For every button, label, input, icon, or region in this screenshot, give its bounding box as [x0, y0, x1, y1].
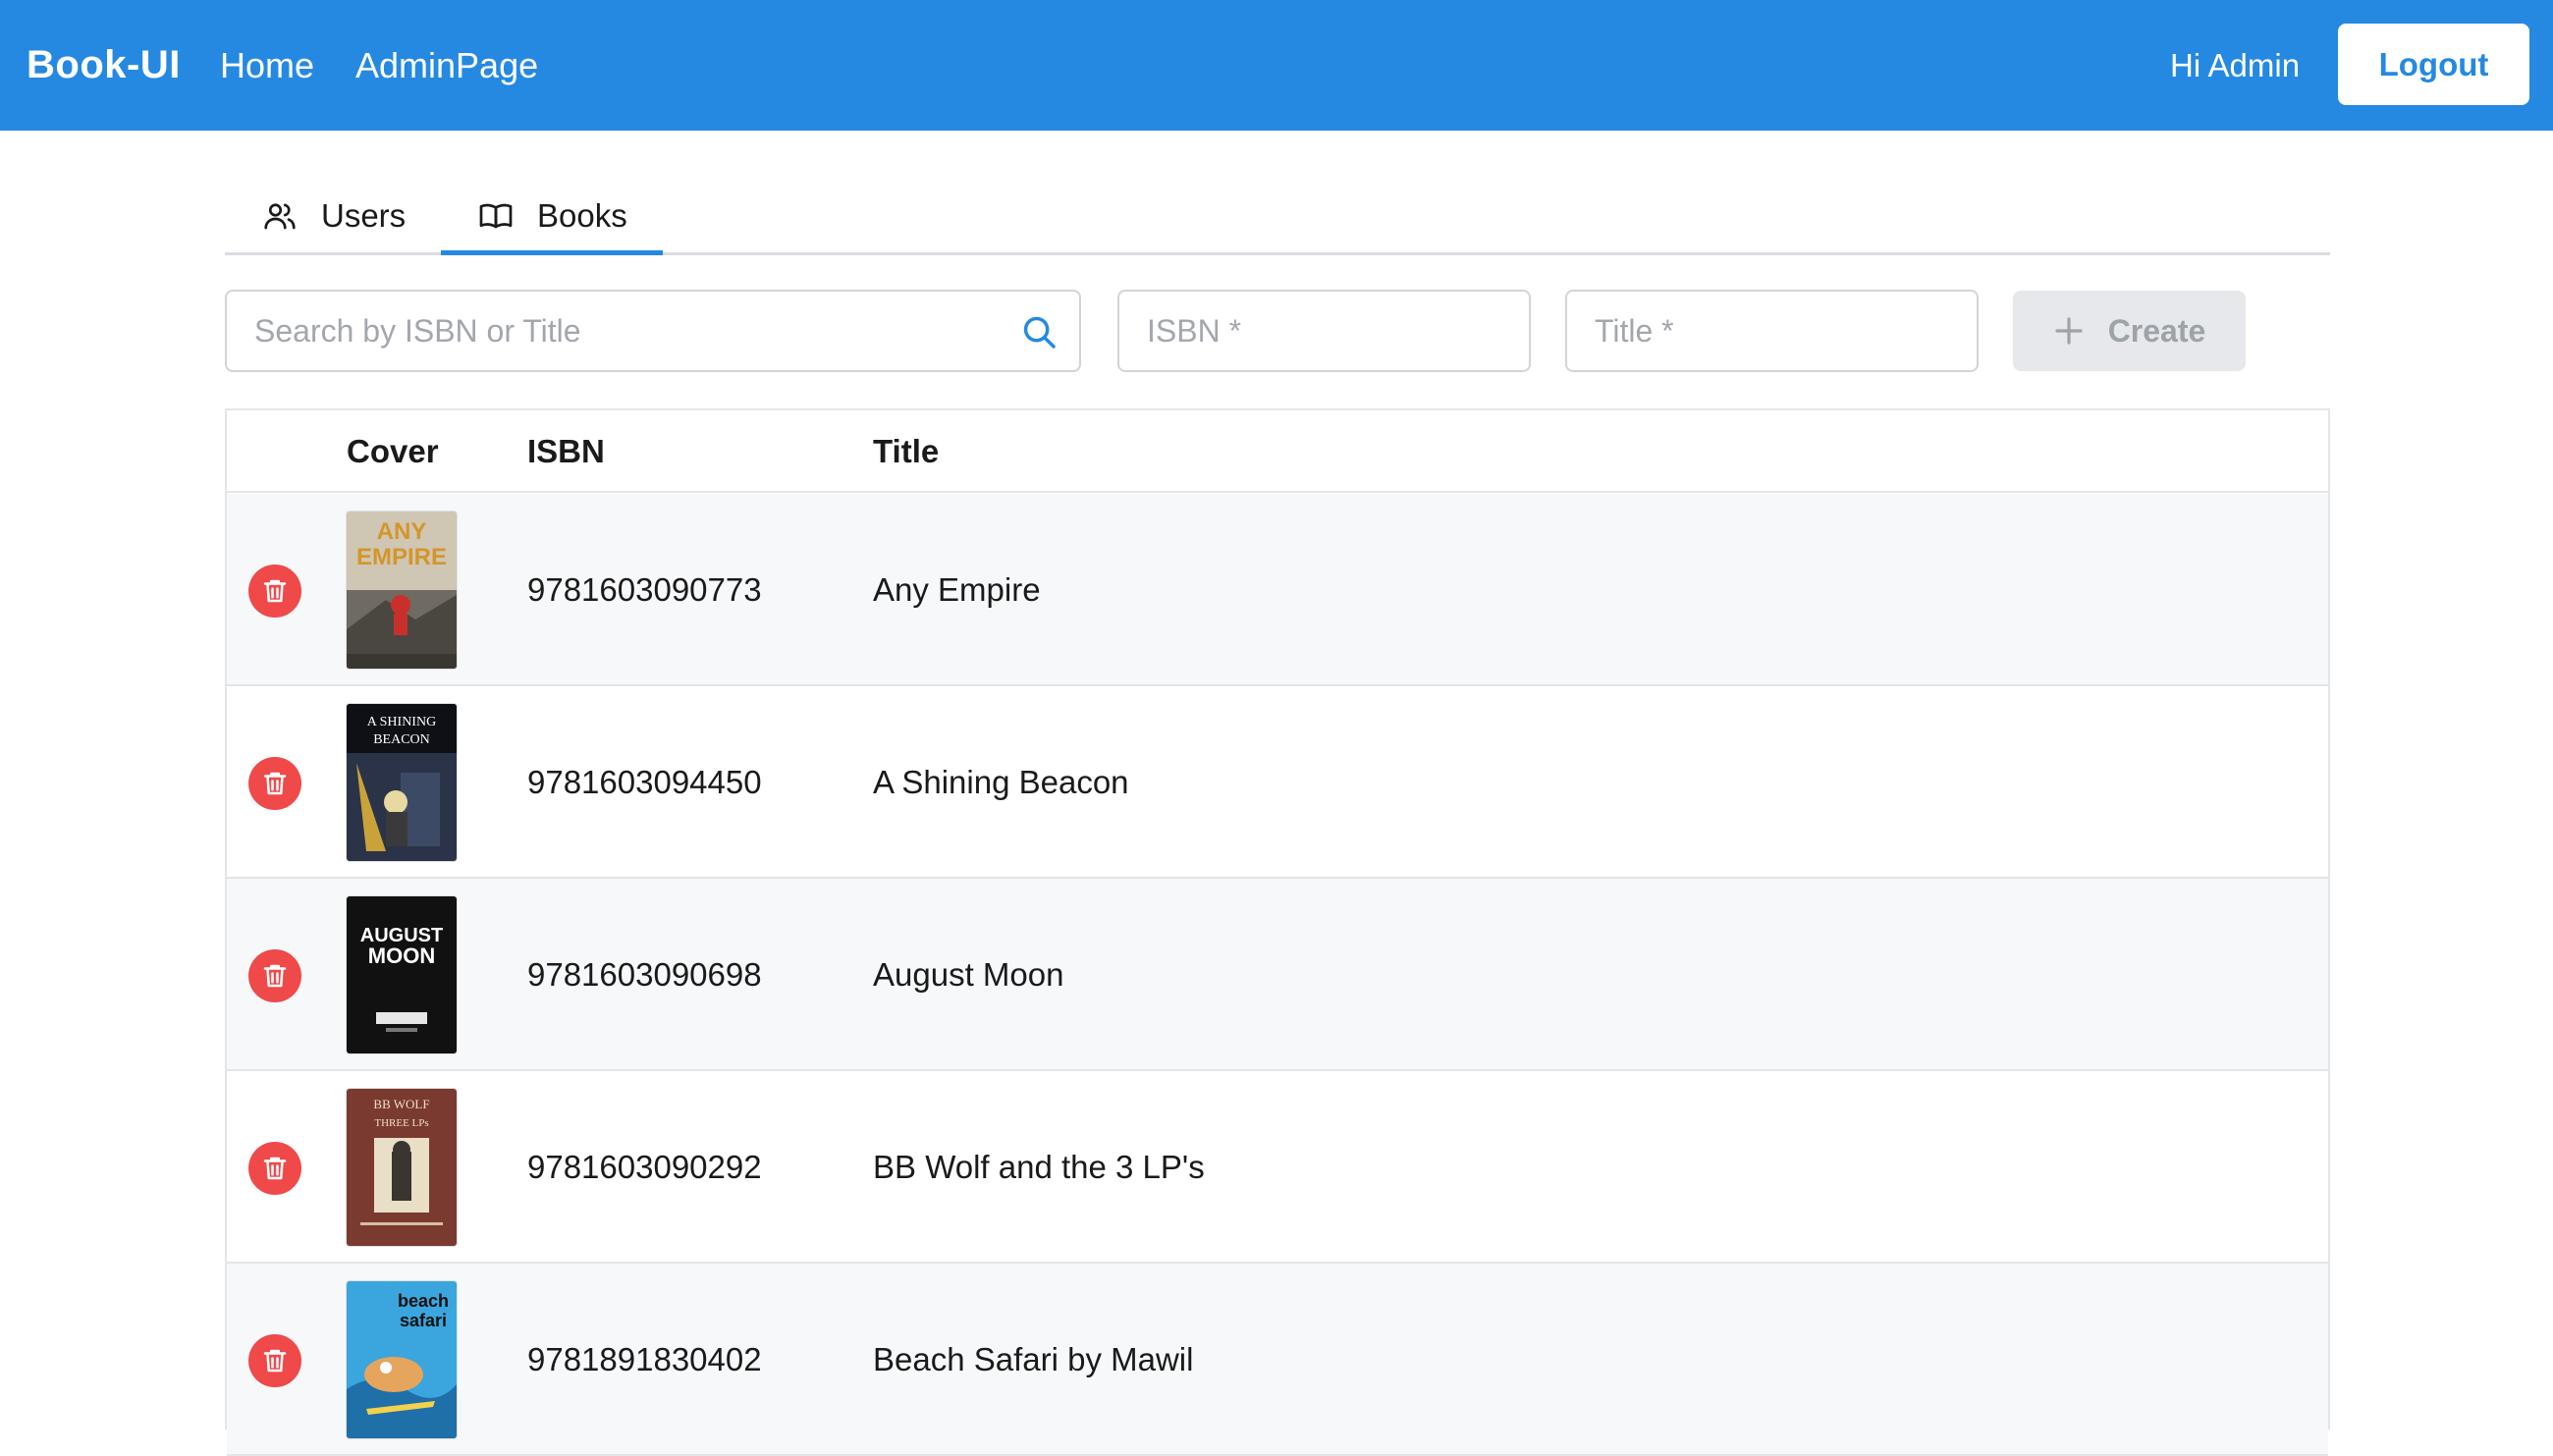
column-header-isbn: ISBN	[527, 433, 605, 469]
isbn-cell: 9781891830402	[527, 1341, 762, 1377]
title-cell: August Moon	[873, 956, 1064, 993]
delete-button[interactable]	[248, 757, 301, 810]
logout-button[interactable]: Logout	[2338, 24, 2529, 105]
title-cell: Any Empire	[873, 571, 1041, 608]
book-cover-image: BB WOLF THREE LPs	[347, 1089, 457, 1246]
tab-users[interactable]: Users	[262, 177, 406, 255]
book-cover-image: beach safari	[347, 1281, 457, 1438]
trash-icon	[263, 1349, 287, 1373]
tab-books-label: Books	[537, 197, 627, 234]
cover-text-line-2: safari	[400, 1311, 447, 1330]
title-cell: Beach Safari by Mawil	[873, 1341, 1194, 1377]
title-field[interactable]	[1567, 292, 1977, 370]
title-cell: BB Wolf and the 3 LP's	[873, 1149, 1205, 1185]
trash-icon	[263, 964, 287, 988]
isbn-cell: 9781603090773	[527, 571, 762, 608]
trash-icon	[263, 579, 287, 603]
cover-text-line-1: ANY	[377, 518, 427, 545]
delete-button[interactable]	[248, 1334, 301, 1387]
nav-home-link[interactable]: Home	[220, 45, 314, 86]
create-button[interactable]: Create	[2013, 291, 2246, 371]
book-cover-image: AUGUST MOON	[347, 896, 457, 1053]
users-icon	[264, 203, 296, 230]
column-header-title: Title	[873, 433, 940, 469]
search-box	[225, 290, 1081, 372]
cover-text-line-1: BB WOLF	[373, 1097, 429, 1111]
table-row: AUGUST MOON 9781603090698 August Moon	[227, 879, 2328, 1071]
book-cover-image: ANY EMPIRE	[347, 512, 457, 669]
title-field-wrapper	[1565, 290, 1979, 372]
table-row: BB WOLF THREE LPs 9781603090292 BB Wolf …	[227, 1071, 2328, 1264]
top-navbar: Book-UI Home AdminPage Hi Admin Logout	[0, 0, 2553, 131]
trash-icon	[263, 1157, 287, 1180]
isbn-cell: 9781603094450	[527, 764, 762, 800]
delete-button[interactable]	[248, 949, 301, 1002]
book-cover-image: A SHINING BEACON	[347, 704, 457, 861]
search-icon[interactable]	[1020, 313, 1058, 351]
cover-text-line-1: beach	[398, 1291, 449, 1311]
isbn-cell: 9781603090698	[527, 956, 762, 993]
isbn-field[interactable]	[1119, 292, 1529, 370]
cover-text-line-2: EMPIRE	[356, 544, 447, 570]
cover-text-line-2: BEACON	[373, 732, 430, 747]
tab-users-label: Users	[321, 197, 407, 234]
title-cell: A Shining Beacon	[873, 764, 1129, 800]
delete-button[interactable]	[248, 565, 301, 618]
trash-icon	[263, 772, 287, 795]
cover-text-line-2: THREE LPs	[374, 1117, 428, 1129]
books-table: Cover ISBN Title ANY EMPIRE 978160309077…	[225, 408, 2330, 1456]
search-input[interactable]	[227, 292, 1079, 370]
table-row: ANY EMPIRE 9781603090773 Any Empire	[227, 494, 2328, 686]
delete-button[interactable]	[248, 1142, 301, 1195]
isbn-cell: 9781603090292	[527, 1149, 762, 1185]
nav-adminpage-link[interactable]: AdminPage	[355, 45, 538, 86]
column-header-cover: Cover	[347, 433, 439, 469]
brand-logo[interactable]: Book-UI	[27, 43, 181, 87]
tab-bar: Users Books	[225, 177, 2330, 255]
book-open-icon	[479, 203, 513, 229]
create-button-label: Create	[2107, 312, 2206, 349]
isbn-field-wrapper	[1117, 290, 1531, 372]
table-row: beach safari 9781891830402 Beach Safari …	[227, 1264, 2328, 1456]
cover-text-line-1: A SHINING	[367, 715, 436, 729]
cover-text-line-2: MOON	[368, 944, 435, 968]
table-row: A SHINING BEACON 9781603094450 A Shining…	[227, 686, 2328, 879]
user-greeting: Hi Admin	[2170, 46, 2301, 83]
plus-icon	[2055, 317, 2083, 345]
table-header: Cover ISBN Title	[227, 410, 2328, 493]
active-tab-indicator	[441, 250, 663, 255]
tab-books[interactable]: Books	[478, 177, 627, 255]
